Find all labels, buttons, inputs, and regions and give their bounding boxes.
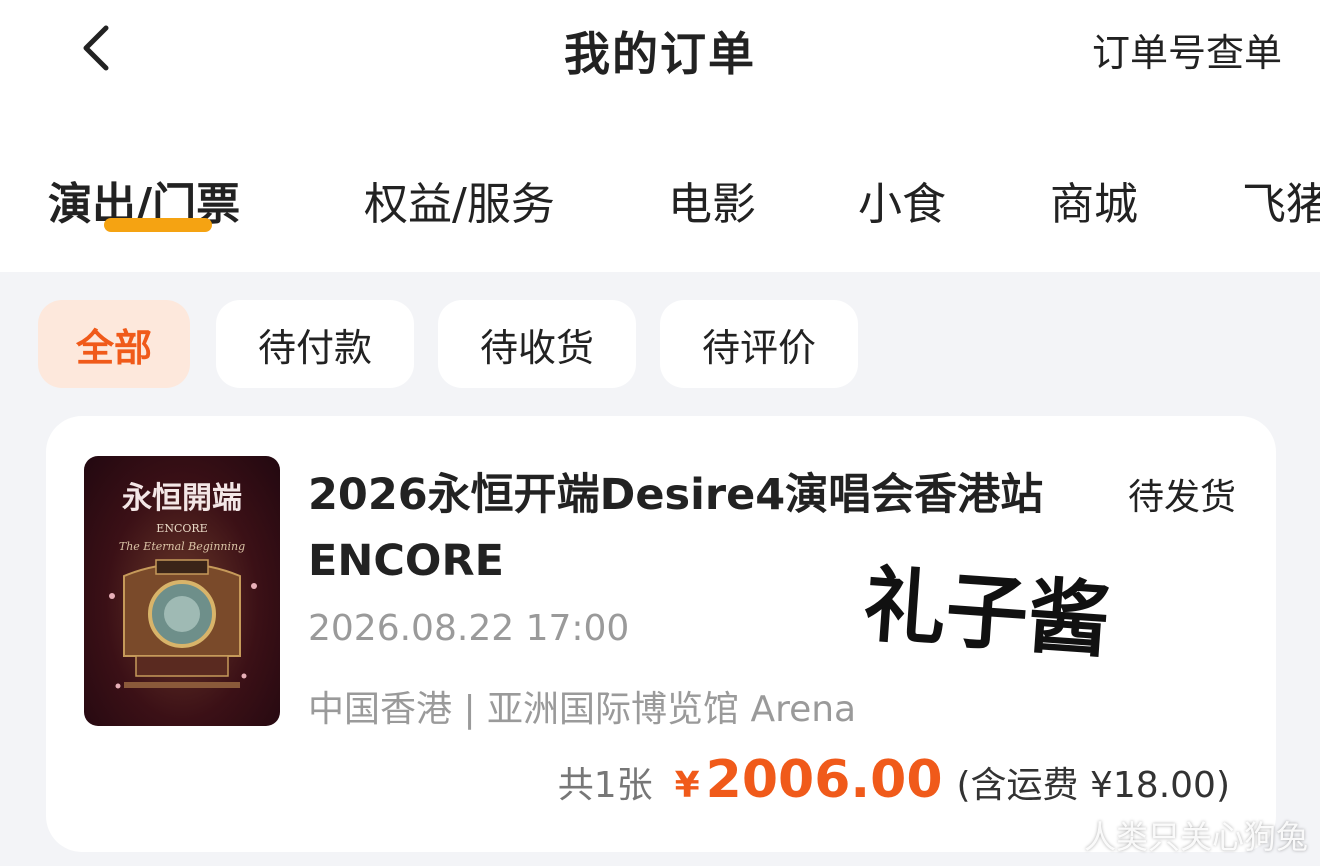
filter-pending-review[interactable]: 待评价 <box>660 300 858 388</box>
shipping-fee-note: (含运费 ¥18.00) <box>956 765 1231 806</box>
currency-symbol: ¥ <box>674 765 700 806</box>
tab-mall[interactable]: 商城 <box>1050 168 1138 232</box>
filter-pending-payment[interactable]: 待付款 <box>216 300 414 388</box>
total-amount: 2006.00 <box>705 750 943 810</box>
event-datetime: 2026.08.22 17:00 <box>308 608 630 649</box>
header-panel: 我的订单 订单号查单 演出/门票 权益/服务 电影 小食 商城 飞猪 <box>0 0 1320 272</box>
filter-all[interactable]: 全部 <box>38 300 190 388</box>
event-poster[interactable]: 永恒開端 ENCORE The Eternal Beginning <box>84 456 280 726</box>
order-card[interactable]: 永恒開端 ENCORE The Eternal Beginning 2026永恒… <box>46 416 1276 852</box>
poster-script: The Eternal Beginning <box>119 540 245 553</box>
poster-artwork: 永恒開端 ENCORE The Eternal Beginning <box>109 481 257 689</box>
tab-snacks[interactable]: 小食 <box>858 168 946 232</box>
order-number-lookup-link[interactable]: 订单号查单 <box>1092 22 1282 77</box>
tab-benefits-services[interactable]: 权益/服务 <box>364 168 555 232</box>
ticket-quantity: 共1张 <box>557 765 653 806</box>
active-tab-indicator <box>104 218 212 232</box>
event-venue: 中国香港 | 亚洲国际博览馆 Arena <box>308 689 857 730</box>
tab-movies[interactable]: 电影 <box>668 168 756 232</box>
poster-subtitle: ENCORE <box>156 522 207 535</box>
handwritten-signature-overlay: 礼子酱 <box>864 558 1113 670</box>
signature-text: 礼子酱 <box>864 558 1113 670</box>
tab-fliggy[interactable]: 飞猪 <box>1242 168 1320 232</box>
price-row: 共1张 ¥ 2006.00 (含运费 ¥18.00) <box>558 750 1230 810</box>
poster-title: 永恒開端 <box>122 481 242 516</box>
filter-pending-receipt[interactable]: 待收货 <box>438 300 636 388</box>
order-status: 待发货 <box>1127 477 1236 518</box>
source-watermark: 人类只关心狗兔 <box>1083 818 1308 856</box>
status-filter-bar: 全部 待付款 待收货 待评价 <box>0 300 1320 388</box>
